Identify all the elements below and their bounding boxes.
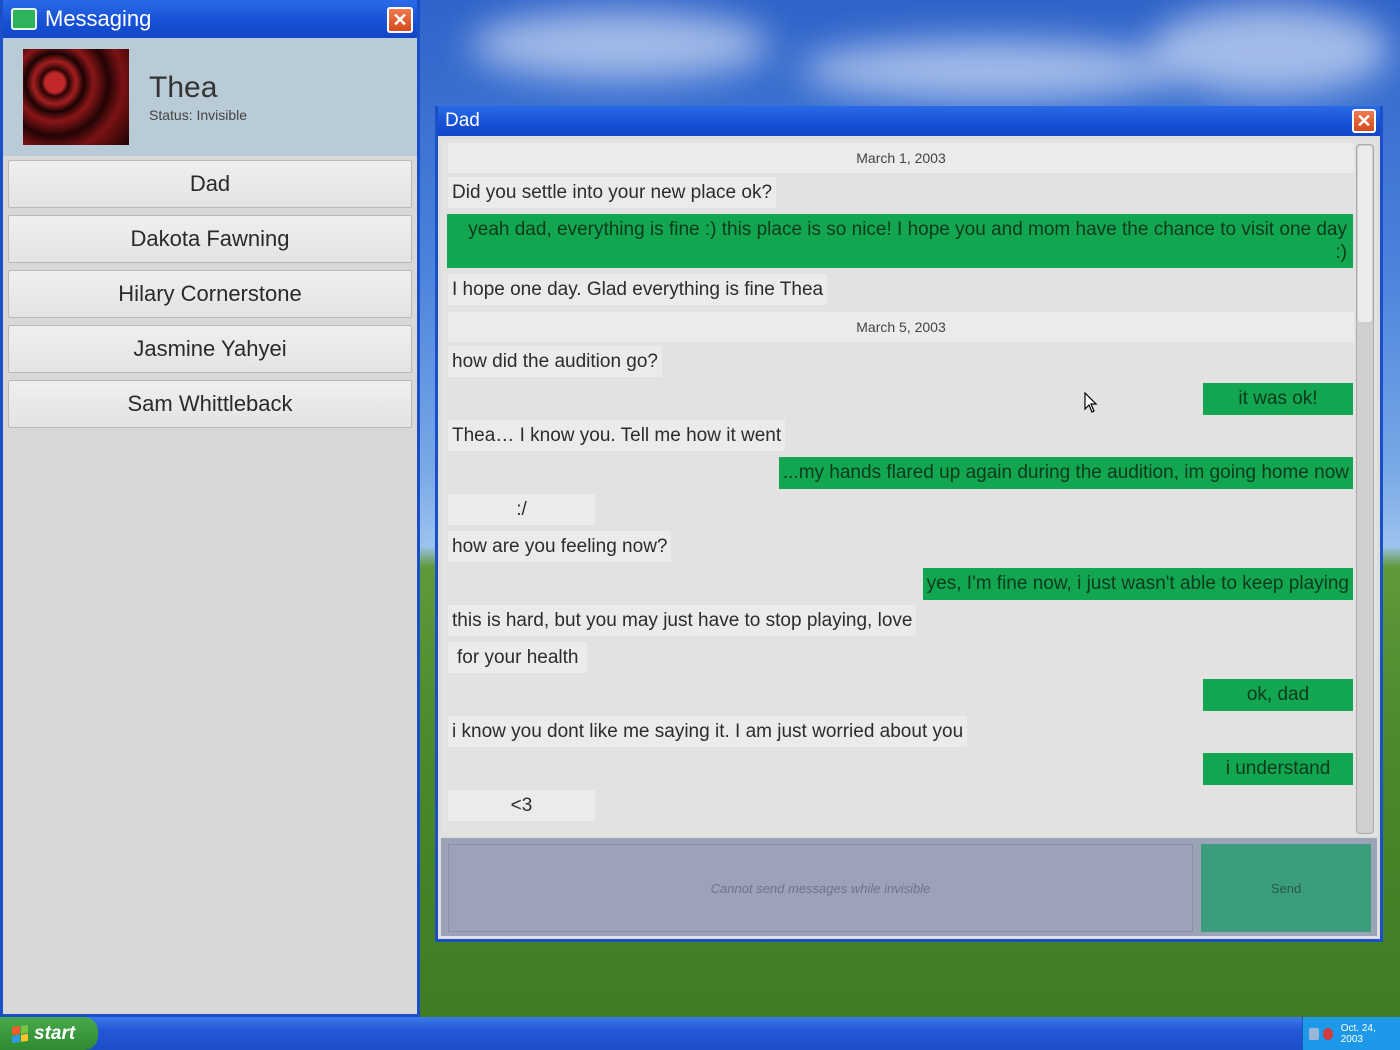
message-incoming: Did you settle into your new place ok?	[448, 177, 777, 208]
message-incoming: how are you feeling now?	[448, 531, 672, 562]
start-button[interactable]: start	[0, 1017, 98, 1050]
avatar	[23, 49, 129, 145]
start-label: start	[34, 1022, 76, 1044]
message-outgoing: it was ok!	[1203, 383, 1353, 415]
send-button[interactable]: Send	[1201, 844, 1371, 932]
message-incoming: this is hard, but you may just have to s…	[448, 605, 917, 636]
message-incoming: for your health	[448, 642, 588, 673]
chat-close-button[interactable]: ✕	[1352, 109, 1376, 133]
sky-cloud	[800, 40, 1180, 100]
message-outgoing: i understand	[1203, 753, 1353, 785]
messaging-window: Messaging ✕ Thea Status: Invisible Dad D…	[0, 0, 420, 1017]
messaging-app-icon	[11, 8, 37, 30]
messaging-close-button[interactable]: ✕	[387, 7, 413, 33]
scrollbar-thumb[interactable]	[1358, 146, 1372, 322]
message-outgoing: yes, I'm fine now, i just wasn't able to…	[922, 568, 1353, 600]
message-incoming: :/	[448, 494, 595, 525]
sky-cloud	[1150, 5, 1390, 95]
chat-window: Dad ✕ March 1, 2003 Did you settle into …	[435, 106, 1383, 942]
message-outgoing: ok, dad	[1203, 679, 1353, 711]
message-incoming: Thea… I know you. Tell me how it went	[448, 420, 786, 451]
message-incoming: I hope one day. Glad everything is fine …	[448, 274, 828, 305]
mouse-cursor-icon	[1084, 392, 1098, 413]
compose-bar: Cannot send messages while invisible Sen…	[441, 838, 1377, 936]
system-tray: Oct. 24, 2003	[1302, 1017, 1400, 1050]
profile-panel: Thea Status: Invisible	[3, 38, 417, 156]
contact-hilary-cornerstone[interactable]: Hilary Cornerstone	[8, 270, 412, 318]
taskbar: start Oct. 24, 2003	[0, 1017, 1400, 1050]
date-separator: March 5, 2003	[448, 312, 1354, 342]
contact-sam-whittleback[interactable]: Sam Whittleback	[8, 380, 412, 428]
message-incoming: i know you dont like me saying it. I am …	[448, 716, 968, 747]
message-outgoing: ...my hands flared up again during the a…	[778, 457, 1353, 489]
contact-jasmine-yahyei[interactable]: Jasmine Yahyei	[8, 325, 412, 373]
profile-status: Status: Invisible	[149, 107, 248, 123]
message-outgoing: yeah dad, everything is fine :) this pla…	[447, 214, 1353, 268]
windows-logo-icon	[12, 1024, 28, 1043]
message-history[interactable]: March 1, 2003 Did you settle into your n…	[441, 140, 1377, 836]
chat-titlebar[interactable]: Dad	[438, 106, 1380, 136]
profile-name: Thea	[149, 71, 218, 104]
messaging-titlebar[interactable]: Messaging	[3, 0, 417, 38]
date-separator: March 1, 2003	[448, 143, 1354, 173]
contact-dad[interactable]: Dad	[8, 160, 412, 208]
message-incoming: how did the audition go?	[448, 346, 662, 377]
sky-cloud	[470, 10, 770, 80]
contact-dakota-fawning[interactable]: Dakota Fawning	[8, 215, 412, 263]
tray-icon[interactable]	[1322, 1027, 1333, 1040]
close-icon: ✕	[392, 10, 408, 30]
tray-icon[interactable]	[1309, 1027, 1319, 1040]
chat-scrollbar[interactable]	[1356, 144, 1374, 834]
contact-list: Dad Dakota Fawning Hilary Cornerstone Ja…	[3, 156, 417, 439]
chat-title: Dad	[445, 110, 480, 131]
tray-date: Oct. 24, 2003	[1340, 1022, 1376, 1045]
messaging-title: Messaging	[45, 6, 152, 31]
message-input[interactable]: Cannot send messages while invisible	[448, 844, 1193, 932]
close-icon: ✕	[1356, 111, 1372, 131]
message-incoming: <3	[448, 790, 595, 821]
